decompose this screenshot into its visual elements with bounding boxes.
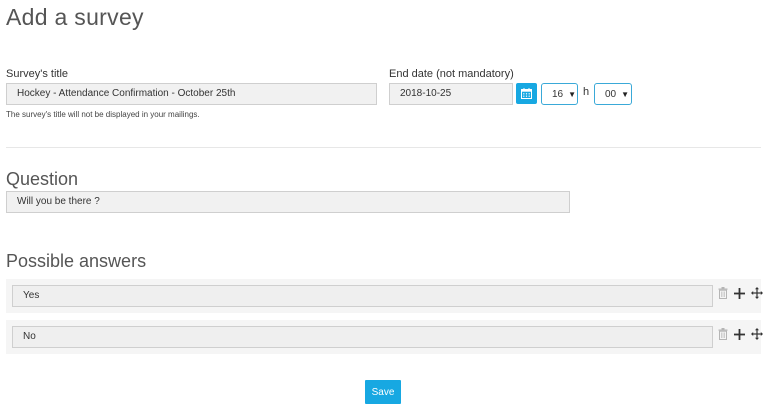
answer-input[interactable]: Yes (12, 285, 713, 307)
trash-icon[interactable] (718, 287, 728, 299)
divider (6, 147, 761, 148)
hour-select[interactable]: 16 ▼ (541, 83, 578, 105)
calendar-button[interactable] (516, 83, 537, 104)
answer-input[interactable]: No (12, 326, 713, 348)
chevron-down-icon: ▼ (621, 89, 630, 99)
plus-icon[interactable] (734, 328, 745, 340)
survey-title-input[interactable]: Hockey - Attendance Confirmation - Octob… (6, 83, 377, 105)
minute-select[interactable]: 00 ▼ (594, 83, 632, 105)
page-title: Add a survey (6, 4, 144, 30)
plus-icon[interactable] (734, 287, 745, 299)
end-date-label: End date (not mandatory) (389, 68, 514, 80)
question-heading: Question (6, 169, 79, 189)
survey-title-hint: The survey's title will not be displayed… (6, 110, 200, 119)
move-icon[interactable] (751, 328, 763, 340)
calendar-icon (521, 88, 532, 99)
answer-row: Yes (6, 279, 763, 313)
minute-value: 00 (605, 88, 617, 100)
save-button[interactable]: Save (365, 380, 401, 404)
end-date-input[interactable]: 2018-10-25 (389, 83, 513, 105)
survey-title-label: Survey's title (6, 68, 69, 80)
question-input[interactable]: Will you be there ? (6, 191, 570, 213)
chevron-down-icon: ▼ (568, 89, 577, 99)
answers-heading: Possible answers (6, 251, 147, 271)
move-icon[interactable] (751, 287, 763, 299)
answer-row: No (6, 320, 763, 354)
trash-icon[interactable] (718, 328, 728, 340)
hour-value: 16 (552, 88, 564, 100)
hour-suffix: h (583, 86, 590, 98)
